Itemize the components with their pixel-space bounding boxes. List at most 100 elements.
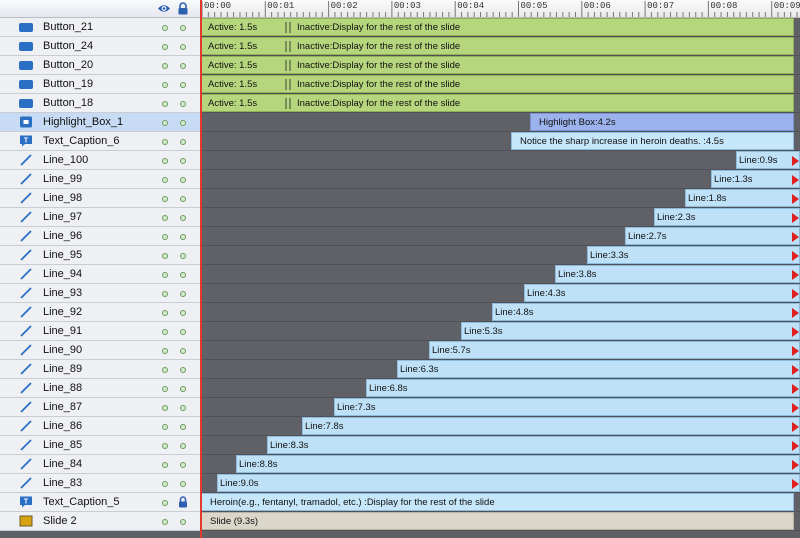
visibility-toggle[interactable] — [162, 177, 168, 183]
line-bar[interactable]: Line:2.7s — [625, 227, 800, 245]
visibility-toggle[interactable] — [162, 367, 168, 373]
layer-row-text-caption-6[interactable]: T Text_Caption_6 — [0, 132, 200, 151]
line-bar[interactable]: Line:6.8s — [366, 379, 800, 397]
visibility-toggle[interactable] — [162, 329, 168, 335]
layer-row-line-95[interactable]: Line_95 — [0, 246, 200, 265]
lock-toggle[interactable] — [180, 462, 186, 468]
visibility-toggle[interactable] — [162, 481, 168, 487]
layer-row-button-18[interactable]: Button_18 — [0, 94, 200, 113]
lock-toggle[interactable] — [180, 310, 186, 316]
line-bar[interactable]: Line:2.3s — [654, 208, 800, 226]
end-arrow-icon[interactable] — [792, 460, 799, 470]
line-bar[interactable]: Line:8.8s — [236, 455, 800, 473]
button-timing-bar[interactable]: Active: 1.5s Inactive:Display for the res… — [201, 18, 794, 36]
line-bar[interactable]: Line:7.8s — [302, 417, 800, 435]
lock-toggle[interactable] — [180, 101, 186, 107]
lock-toggle[interactable] — [180, 196, 186, 202]
lock-icon[interactable] — [177, 496, 189, 508]
line-bar[interactable]: Line:3.3s — [587, 246, 800, 264]
button-timing-bar[interactable]: Active: 1.5s Inactive:Display for the res… — [201, 37, 794, 55]
lock-toggle[interactable] — [180, 63, 186, 69]
pause-marker-icon[interactable] — [285, 41, 291, 52]
visibility-toggle[interactable] — [162, 25, 168, 31]
end-arrow-icon[interactable] — [792, 441, 799, 451]
lock-toggle[interactable] — [180, 158, 186, 164]
end-arrow-icon[interactable] — [792, 365, 799, 375]
visibility-toggle[interactable] — [162, 139, 168, 145]
end-arrow-icon[interactable] — [792, 346, 799, 356]
visibility-toggle[interactable] — [162, 196, 168, 202]
end-arrow-icon[interactable] — [792, 384, 799, 394]
visibility-toggle[interactable] — [162, 462, 168, 468]
line-bar[interactable]: Line:7.3s — [334, 398, 800, 416]
end-arrow-icon[interactable] — [792, 213, 799, 223]
end-arrow-icon[interactable] — [792, 289, 799, 299]
end-arrow-icon[interactable] — [792, 422, 799, 432]
layer-row-button-24[interactable]: Button_24 — [0, 37, 200, 56]
line-bar[interactable]: Line:4.3s — [524, 284, 800, 302]
line-bar[interactable]: Line:0.9s — [736, 151, 800, 169]
layer-row-line-98[interactable]: Line_98 — [0, 189, 200, 208]
visibility-toggle[interactable] — [162, 386, 168, 392]
visibility-toggle[interactable] — [162, 272, 168, 278]
lock-toggle[interactable] — [180, 443, 186, 449]
lock-toggle[interactable] — [180, 234, 186, 240]
line-bar[interactable]: Line:5.3s — [461, 322, 800, 340]
visibility-toggle[interactable] — [162, 101, 168, 107]
layer-row-button-19[interactable]: Button_19 — [0, 75, 200, 94]
line-bar[interactable]: Line:6.3s — [397, 360, 800, 378]
button-timing-bar[interactable]: Active: 1.5s Inactive:Display for the res… — [201, 75, 794, 93]
lock-toggle[interactable] — [180, 329, 186, 335]
lock-toggle[interactable] — [180, 367, 186, 373]
line-bar[interactable]: Line:1.8s — [685, 189, 800, 207]
lock-toggle[interactable] — [180, 519, 186, 525]
layer-row-line-87[interactable]: Line_87 — [0, 398, 200, 417]
lock-toggle[interactable] — [180, 139, 186, 145]
layer-row-slide-2[interactable]: Slide 2 — [0, 512, 200, 531]
lock-toggle[interactable] — [180, 405, 186, 411]
highlight-box-bar[interactable]: Highlight Box:4.2s — [530, 113, 794, 131]
lock-toggle[interactable] — [180, 177, 186, 183]
lock-toggle[interactable] — [180, 272, 186, 278]
end-arrow-icon[interactable] — [792, 403, 799, 413]
button-timing-bar[interactable]: Active: 1.5s Inactive:Display for the res… — [201, 94, 794, 112]
layer-row-highlight-box-1[interactable]: Highlight_Box_1 — [0, 113, 200, 132]
lock-toggle[interactable] — [180, 291, 186, 297]
visibility-toggle[interactable] — [162, 120, 168, 126]
layer-row-line-97[interactable]: Line_97 — [0, 208, 200, 227]
lock-toggle[interactable] — [180, 120, 186, 126]
end-arrow-icon[interactable] — [792, 308, 799, 318]
line-bar[interactable]: Line:5.7s — [429, 341, 800, 359]
line-bar[interactable]: Line:8.3s — [267, 436, 800, 454]
lock-toggle[interactable] — [180, 253, 186, 259]
line-bar[interactable]: Line:4.8s — [492, 303, 800, 321]
end-arrow-icon[interactable] — [792, 194, 799, 204]
end-arrow-icon[interactable] — [792, 156, 799, 166]
visibility-toggle[interactable] — [162, 234, 168, 240]
end-arrow-icon[interactable] — [792, 479, 799, 489]
layer-row-line-96[interactable]: Line_96 — [0, 227, 200, 246]
pause-marker-icon[interactable] — [285, 79, 291, 90]
visibility-toggle[interactable] — [162, 310, 168, 316]
layer-row-line-84[interactable]: Line_84 — [0, 455, 200, 474]
lock-toggle[interactable] — [180, 386, 186, 392]
visibility-toggle[interactable] — [162, 253, 168, 259]
layer-row-line-89[interactable]: Line_89 — [0, 360, 200, 379]
playhead[interactable] — [200, 0, 202, 538]
lock-toggle[interactable] — [180, 481, 186, 487]
layer-row-text-caption-5[interactable]: T Text_Caption_5 — [0, 493, 200, 512]
visibility-toggle[interactable] — [162, 215, 168, 221]
line-bar[interactable]: Line:3.8s — [555, 265, 800, 283]
layer-row-line-99[interactable]: Line_99 — [0, 170, 200, 189]
layer-row-line-100[interactable]: Line_100 — [0, 151, 200, 170]
layer-row-line-90[interactable]: Line_90 — [0, 341, 200, 360]
visibility-toggle[interactable] — [162, 291, 168, 297]
time-ruler[interactable]: 00:00 00:01 00:02 00:03 00:04 00:05 00:06 00:07… — [200, 0, 800, 18]
lock-toggle[interactable] — [180, 44, 186, 50]
layer-row-line-86[interactable]: Line_86 — [0, 417, 200, 436]
end-arrow-icon[interactable] — [792, 270, 799, 280]
visibility-toggle[interactable] — [162, 443, 168, 449]
eye-icon[interactable] — [157, 2, 171, 15]
text-caption-bar[interactable]: Notice the sharp increase in heroin deat… — [511, 132, 794, 150]
visibility-toggle[interactable] — [162, 500, 168, 506]
